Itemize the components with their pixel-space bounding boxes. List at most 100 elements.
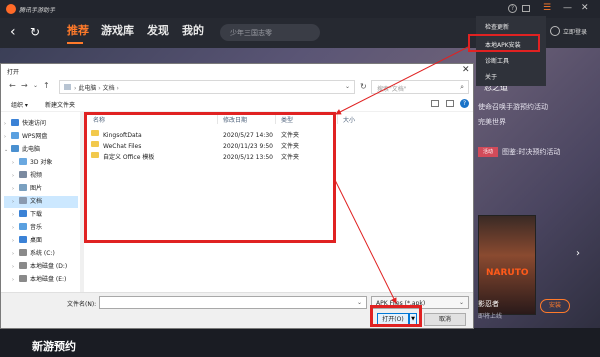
chevron-right-icon[interactable]: › <box>12 170 18 182</box>
chevron-down-icon[interactable]: ⌄ <box>33 81 38 91</box>
menu-icon[interactable]: ☰ <box>543 4 551 13</box>
banner-line[interactable]: 图鉴:时决预约活动 <box>502 147 560 157</box>
organize-button[interactable]: 组织 ▾ <box>11 100 28 109</box>
tree-item[interactable]: › 视频 <box>4 170 78 182</box>
tree-item-label: 3D 对象 <box>30 159 53 166</box>
chevron-right-icon[interactable]: › <box>4 131 10 143</box>
music-icon <box>19 223 27 230</box>
activity-badge: 活动 <box>478 147 498 157</box>
tree-item[interactable]: ⌄ 此电脑 <box>4 144 78 156</box>
tree-item[interactable]: › 系统 (C:) <box>4 248 78 260</box>
app-title: 腾讯手游助手 <box>19 7 56 14</box>
minimize-icon[interactable]: — <box>563 4 572 13</box>
new-folder-button[interactable]: 新建文件夹 <box>45 100 75 109</box>
chevron-down-icon[interactable]: ⌄ <box>357 299 362 306</box>
help-icon[interactable]: ? <box>460 99 469 108</box>
game-name[interactable]: 影忍者 <box>478 299 499 309</box>
search-icon: ⌕ <box>460 83 464 91</box>
game-status: 即将上线 <box>478 313 503 320</box>
login-link[interactable]: 立即登录 <box>563 27 587 36</box>
cancel-button[interactable]: 取消 <box>424 313 466 326</box>
back-icon[interactable]: ‹ <box>10 23 16 41</box>
app-logo-icon <box>6 4 16 14</box>
avatar-icon[interactable] <box>550 26 560 36</box>
cube-icon <box>19 158 27 165</box>
chevron-down-icon: ⌄ <box>458 299 464 306</box>
chevron-right-icon[interactable]: › <box>12 261 18 273</box>
column-header-size[interactable]: 大小 <box>343 115 355 124</box>
picture-icon <box>19 184 27 191</box>
chevron-right-icon[interactable]: › <box>12 196 18 208</box>
tree-item-label: 快速访问 <box>22 120 47 127</box>
tree-item[interactable]: › 图片 <box>4 183 78 195</box>
section-bar <box>0 328 600 357</box>
chevron-right-icon[interactable]: › <box>12 222 18 234</box>
chevron-right-icon[interactable]: › <box>12 209 18 221</box>
tree-item[interactable]: › 快速访问 <box>4 118 78 130</box>
chevron-right-icon[interactable]: › <box>12 274 18 286</box>
tree-item-label: 文档 <box>30 198 43 205</box>
search-input[interactable]: 少年三国志零 <box>220 24 320 41</box>
banner-line[interactable]: 使命召唤手游预约活动 <box>478 102 548 112</box>
chevron-down-icon[interactable]: ⌄ <box>4 144 10 156</box>
chevron-right-icon[interactable]: › <box>12 235 18 247</box>
tab-mine[interactable]: 我的 <box>182 24 204 38</box>
help-icon[interactable]: ? <box>508 4 517 13</box>
tree-item-label: 本地磁盘 (E:) <box>30 276 67 283</box>
menu-item-about[interactable]: 关于 <box>485 72 497 81</box>
breadcrumb-this-pc[interactable]: 此电脑 <box>78 85 96 92</box>
tree-item[interactable]: › 下载 <box>4 209 78 221</box>
desktop-icon <box>19 236 27 243</box>
tree-item-label: 视频 <box>30 172 43 179</box>
chevron-down-icon[interactable]: ⌄ <box>345 83 350 90</box>
address-bar[interactable]: › 此电脑 › 文档 › ⌄ <box>59 80 355 94</box>
computer-icon <box>11 145 19 152</box>
tab-recommend[interactable]: 推荐 <box>67 24 89 38</box>
view-options-icon[interactable] <box>431 100 439 107</box>
address-row: ← → ⌄ ↑ › 此电脑 › 文档 › ⌄ ↻ 搜索"文档" ⌕ <box>1 78 473 96</box>
banner-line[interactable]: 完美世界 <box>478 117 506 127</box>
active-tab-indicator <box>67 42 83 44</box>
tree-item[interactable]: › 音乐 <box>4 222 78 234</box>
tree-item[interactable]: › 文档 <box>4 196 78 208</box>
menu-item-diagnostic-tool[interactable]: 诊断工具 <box>485 56 509 65</box>
tree-item[interactable]: › WPS网盘 <box>4 131 78 143</box>
breadcrumb-documents[interactable]: 文档 <box>103 85 115 92</box>
tree-item[interactable]: › 桌面 <box>4 235 78 247</box>
chevron-right-icon[interactable]: › <box>12 248 18 260</box>
tree-item-label: 桌面 <box>30 237 43 244</box>
forward-arrow-icon[interactable]: → <box>21 81 28 91</box>
chevron-right-icon[interactable]: › <box>576 248 580 259</box>
chevron-right-icon[interactable]: › <box>4 118 10 130</box>
video-icon <box>19 171 27 178</box>
skin-icon[interactable] <box>522 5 530 12</box>
tree-item-label: 音乐 <box>30 224 43 231</box>
dialog-toolbar: 组织 ▾ 新建文件夹 ? <box>1 96 473 112</box>
column-separator <box>337 114 338 124</box>
chevron-right-icon[interactable]: › <box>12 157 18 169</box>
refresh-icon[interactable]: ↻ <box>30 24 40 40</box>
annotation-box-file-list <box>84 112 336 243</box>
search-input[interactable]: 搜索"文档" ⌕ <box>371 80 469 94</box>
tab-discover[interactable]: 发现 <box>147 24 169 38</box>
download-icon <box>19 210 27 217</box>
back-arrow-icon[interactable]: ← <box>9 81 16 91</box>
dialog-title: 打开 <box>7 69 20 76</box>
drive-icon <box>19 275 27 282</box>
tree-item[interactable]: › 本地磁盘 (E:) <box>4 274 78 286</box>
refresh-icon[interactable]: ↻ <box>360 82 367 91</box>
close-icon[interactable]: ✕ <box>581 4 589 13</box>
chevron-right-icon[interactable]: › <box>12 183 18 195</box>
search-placeholder: 搜索"文档" <box>377 86 407 93</box>
install-button[interactable]: 安装 <box>540 299 570 313</box>
tree-item-label: 本地磁盘 (D:) <box>30 263 68 270</box>
tree-item-label: 下载 <box>30 211 43 218</box>
up-arrow-icon[interactable]: ↑ <box>43 81 50 91</box>
menu-item-check-update[interactable]: 检查更新 <box>485 22 509 31</box>
tree-item[interactable]: › 3D 对象 <box>4 157 78 169</box>
preview-pane-icon[interactable] <box>446 100 454 107</box>
tab-game-library[interactable]: 游戏库 <box>101 24 134 38</box>
close-icon[interactable]: ✕ <box>462 65 470 75</box>
tree-item[interactable]: › 本地磁盘 (D:) <box>4 261 78 273</box>
filename-field[interactable] <box>99 296 367 309</box>
